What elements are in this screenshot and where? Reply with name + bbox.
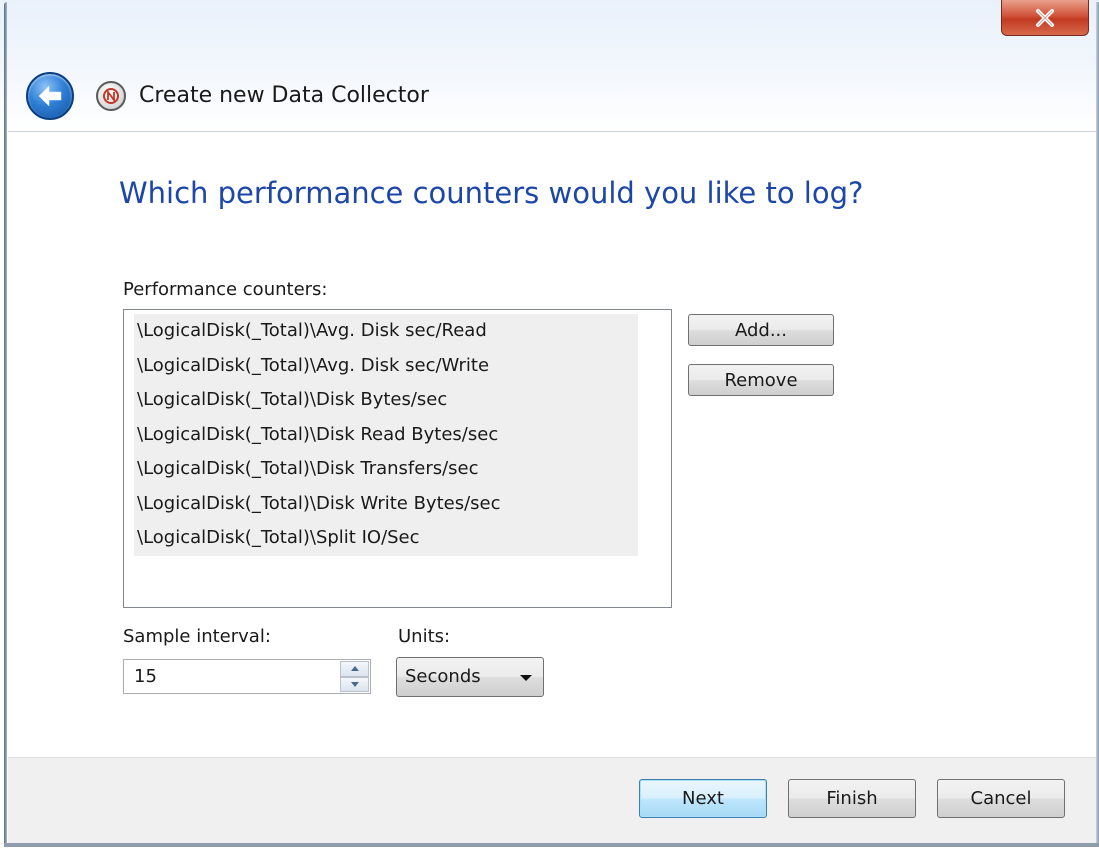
- units-dropdown[interactable]: Seconds: [396, 657, 544, 697]
- window-frame-top: [0, 0, 1099, 130]
- sample-interval-input[interactable]: [123, 659, 371, 694]
- spin-up-icon: [350, 666, 359, 672]
- units-selected-value: Seconds: [405, 666, 481, 687]
- wizard-footer: [8, 757, 1096, 844]
- list-item[interactable]: \LogicalDisk(_Total)\Avg. Disk sec/Write: [134, 349, 638, 384]
- cancel-button[interactable]: Cancel: [937, 779, 1065, 818]
- spin-down-button[interactable]: [340, 676, 369, 692]
- chevron-down-icon: [520, 675, 532, 681]
- window-frame-bottom-edge: [4, 843, 1099, 847]
- counter-items: \LogicalDisk(_Total)\Avg. Disk sec/Read …: [134, 314, 638, 556]
- add-counter-button[interactable]: Add...: [688, 314, 834, 346]
- performance-counters-list[interactable]: \LogicalDisk(_Total)\Avg. Disk sec/Read …: [123, 309, 672, 608]
- list-item[interactable]: \LogicalDisk(_Total)\Disk Read Bytes/sec: [134, 418, 638, 453]
- close-button[interactable]: [1001, 0, 1089, 36]
- list-item[interactable]: \LogicalDisk(_Total)\Split IO/Sec: [134, 521, 638, 556]
- remove-counter-button[interactable]: Remove: [688, 364, 834, 396]
- next-button[interactable]: Next: [639, 779, 767, 818]
- list-item[interactable]: \LogicalDisk(_Total)\Avg. Disk sec/Read: [134, 314, 638, 349]
- window-frame-left-edge: [4, 2, 7, 847]
- list-item[interactable]: \LogicalDisk(_Total)\Disk Transfers/sec: [134, 452, 638, 487]
- page-heading: Which performance counters would you lik…: [119, 176, 864, 210]
- performance-counters-label: Performance counters:: [123, 279, 328, 300]
- back-arrow-icon: [38, 85, 62, 107]
- spin-down-icon: [350, 681, 359, 687]
- window-title: Create new Data Collector: [139, 83, 429, 108]
- finish-button[interactable]: Finish: [788, 779, 916, 818]
- sample-interval-label: Sample interval:: [123, 626, 271, 647]
- spin-up-button[interactable]: [340, 661, 369, 677]
- sample-interval-spinner: [340, 661, 369, 692]
- list-item[interactable]: \LogicalDisk(_Total)\Disk Write Bytes/se…: [134, 487, 638, 522]
- close-icon: [1036, 8, 1054, 27]
- units-label: Units:: [398, 626, 451, 647]
- list-item[interactable]: \LogicalDisk(_Total)\Disk Bytes/sec: [134, 383, 638, 418]
- gauge-glyph: [103, 88, 119, 104]
- performance-monitor-icon: [96, 81, 126, 111]
- wizard-window: Create new Data Collector Which performa…: [0, 0, 1099, 850]
- back-button[interactable]: [26, 72, 74, 120]
